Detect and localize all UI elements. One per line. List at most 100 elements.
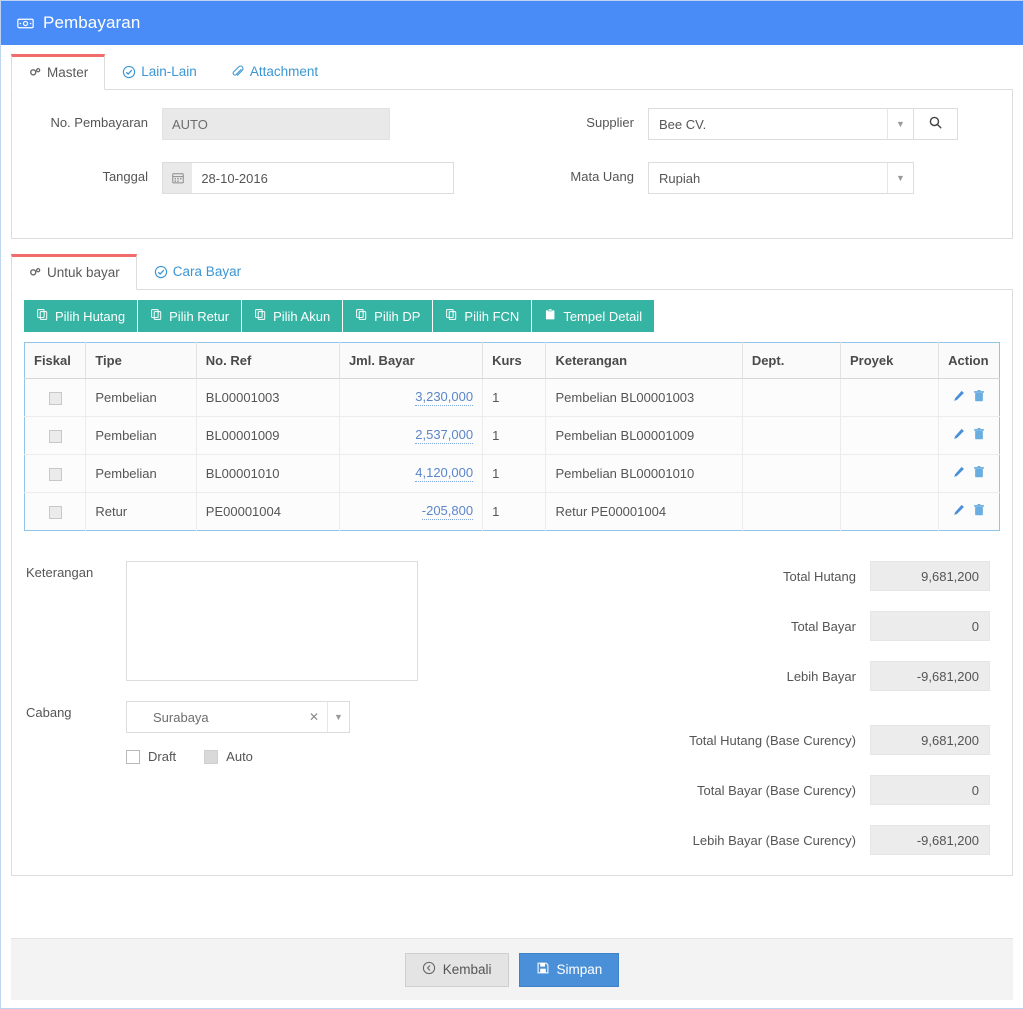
supplier-search-button[interactable] bbox=[914, 108, 958, 140]
tanggal-input[interactable]: 28-10-2016 bbox=[192, 162, 454, 194]
tanggal-group: 28-10-2016 bbox=[162, 162, 454, 194]
pilih-akun-label: Pilih Akun bbox=[273, 308, 331, 324]
trash-icon[interactable] bbox=[972, 465, 986, 482]
no-pembayaran-input[interactable]: AUTO bbox=[162, 108, 390, 140]
fiskal-checkbox[interactable] bbox=[48, 392, 62, 406]
fiskal-checkbox[interactable] bbox=[48, 506, 62, 520]
chevron-down-icon[interactable]: ▼ bbox=[327, 702, 349, 732]
field-keterangan: Keterangan bbox=[26, 561, 452, 681]
tab-master[interactable]: Master bbox=[11, 54, 106, 90]
cell-fiskal bbox=[24, 454, 87, 493]
keterangan-label: Keterangan bbox=[26, 565, 94, 580]
table-header-row: Fiskal Tipe No. Ref Jml. Bayar Kurs Kete… bbox=[24, 342, 1000, 379]
master-left-column: No. Pembayaran AUTO Tanggal 28-10-2016 bbox=[26, 108, 512, 216]
cabang-select[interactable]: Surabaya ✕ ▼ bbox=[126, 701, 350, 733]
total-bayar-value: 0 bbox=[869, 611, 990, 641]
calendar-icon[interactable] bbox=[162, 162, 193, 194]
lower-left: Keterangan Cabang Surabaya ✕ ▼ Draft Aut… bbox=[16, 561, 452, 875]
supplier-select[interactable]: Bee CV. ▼ bbox=[648, 108, 914, 140]
simpan-label: Simpan bbox=[556, 962, 603, 977]
table-body: Pembelian BL00001003 3,230,000 1 Pembeli… bbox=[24, 378, 1000, 531]
jml-bayar-value[interactable]: 4,120,000 bbox=[415, 465, 474, 482]
cell-dept bbox=[742, 492, 841, 531]
detail-toolbar: Pilih Hutang Pilih Retur Pilih Akun Pili… bbox=[12, 290, 1012, 332]
keterangan-textarea[interactable] bbox=[126, 561, 418, 681]
lebih-bayar-label: Lebih Bayar bbox=[786, 668, 856, 684]
col-proyek: Proyek bbox=[840, 342, 940, 379]
total-bayar-row: Total Bayar 0 bbox=[452, 611, 1008, 641]
pencil-icon[interactable] bbox=[952, 389, 966, 406]
detail-panel: Pilih Hutang Pilih Retur Pilih Akun Pili… bbox=[11, 289, 1013, 876]
draft-checkbox[interactable] bbox=[126, 749, 140, 764]
total-hutang-row: Total Hutang 9,681,200 bbox=[452, 561, 1008, 591]
total-bayar-base-value: 0 bbox=[869, 775, 990, 805]
pilih-fcn-button[interactable]: Pilih FCN bbox=[433, 300, 533, 332]
jml-bayar-value[interactable]: 3,230,000 bbox=[415, 389, 474, 406]
chevron-down-icon[interactable]: ▼ bbox=[887, 163, 913, 193]
gears-icon bbox=[28, 66, 42, 80]
draft-checkbox-item[interactable]: Draft bbox=[126, 749, 176, 764]
total-hutang-label: Total Hutang bbox=[782, 568, 856, 584]
col-no-ref: No. Ref bbox=[196, 342, 340, 379]
tab-cara-bayar[interactable]: Cara Bayar bbox=[137, 253, 258, 289]
money-bill-icon bbox=[17, 15, 34, 32]
auto-checkbox-item[interactable]: Auto bbox=[204, 749, 253, 764]
cell-action bbox=[938, 378, 1000, 417]
arrow-circle-left-icon bbox=[422, 961, 436, 978]
lebih-bayar-base-row: Lebih Bayar (Base Curency) -9,681,200 bbox=[452, 825, 1008, 855]
cell-tipe: Pembelian bbox=[85, 378, 197, 417]
cell-keterangan: Retur PE00001004 bbox=[545, 492, 743, 531]
pilih-dp-button[interactable]: Pilih DP bbox=[343, 300, 434, 332]
trash-icon[interactable] bbox=[972, 427, 986, 444]
master-right-column: Supplier Bee CV. ▼ Mata Uang Rupiah ▼ bbox=[512, 108, 998, 216]
tab-cara-bayar-label: Cara Bayar bbox=[172, 263, 242, 279]
auto-label: Auto bbox=[226, 749, 253, 764]
cell-no-ref: PE00001004 bbox=[196, 492, 340, 531]
jml-bayar-value[interactable]: -205,800 bbox=[421, 503, 474, 520]
col-tipe: Tipe bbox=[85, 342, 197, 379]
table-row: Pembelian BL00001009 2,537,000 1 Pembeli… bbox=[24, 416, 1000, 455]
cell-no-ref: BL00001010 bbox=[196, 454, 340, 493]
pencil-icon[interactable] bbox=[952, 465, 966, 482]
copy-icon bbox=[36, 308, 49, 324]
draft-label: Draft bbox=[148, 749, 177, 764]
pencil-icon[interactable] bbox=[952, 503, 966, 520]
clear-x-icon[interactable]: ✕ bbox=[301, 710, 327, 724]
pilih-akun-button[interactable]: Pilih Akun bbox=[242, 300, 344, 332]
mata-uang-select[interactable]: Rupiah ▼ bbox=[648, 162, 914, 194]
pilih-retur-button[interactable]: Pilih Retur bbox=[138, 300, 243, 332]
kembali-button[interactable]: Kembali bbox=[404, 952, 509, 987]
cell-kurs: 1 bbox=[482, 454, 547, 493]
body-area: Master Lain-Lain Attachment No. Pembayar… bbox=[1, 45, 1023, 938]
total-bayar-label: Total Bayar bbox=[790, 618, 856, 634]
check-circle-icon bbox=[122, 65, 136, 79]
trash-icon[interactable] bbox=[972, 389, 986, 406]
col-dept: Dept. bbox=[742, 342, 841, 379]
table-head: Fiskal Tipe No. Ref Jml. Bayar Kurs Kete… bbox=[24, 342, 1000, 379]
tab-attachment[interactable]: Attachment bbox=[214, 53, 335, 89]
cell-jml-bayar: 3,230,000 bbox=[339, 378, 484, 417]
fiskal-checkbox[interactable] bbox=[48, 468, 62, 482]
simpan-button[interactable]: Simpan bbox=[518, 952, 620, 987]
tanggal-control: 28-10-2016 bbox=[162, 162, 512, 194]
cell-kurs: 1 bbox=[482, 492, 547, 531]
paperclip-icon bbox=[231, 65, 245, 79]
chevron-down-icon[interactable]: ▼ bbox=[887, 109, 913, 139]
tempel-detail-button[interactable]: Tempel Detail bbox=[532, 300, 655, 332]
copy-icon bbox=[445, 308, 458, 324]
tab-lain-lain-label: Lain-Lain bbox=[141, 63, 197, 79]
jml-bayar-value[interactable]: 2,537,000 bbox=[415, 427, 474, 444]
tanggal-label: Tanggal bbox=[102, 169, 148, 184]
pencil-icon[interactable] bbox=[952, 427, 966, 444]
auto-checkbox[interactable] bbox=[204, 749, 219, 764]
total-hutang-value: 9,681,200 bbox=[869, 561, 990, 591]
fiskal-checkbox[interactable] bbox=[48, 430, 62, 444]
mata-uang-control: Rupiah ▼ bbox=[648, 162, 998, 194]
tab-untuk-bayar[interactable]: Untuk bayar bbox=[11, 254, 137, 290]
tab-lain-lain[interactable]: Lain-Lain bbox=[105, 53, 214, 89]
total-hutang-base-row: Total Hutang (Base Curency) 9,681,200 bbox=[452, 725, 1008, 755]
trash-icon[interactable] bbox=[972, 503, 986, 520]
total-bayar-base-label: Total Bayar (Base Curency) bbox=[697, 782, 856, 798]
tab-untuk-bayar-label: Untuk bayar bbox=[47, 265, 120, 280]
pilih-hutang-button[interactable]: Pilih Hutang bbox=[24, 300, 139, 332]
